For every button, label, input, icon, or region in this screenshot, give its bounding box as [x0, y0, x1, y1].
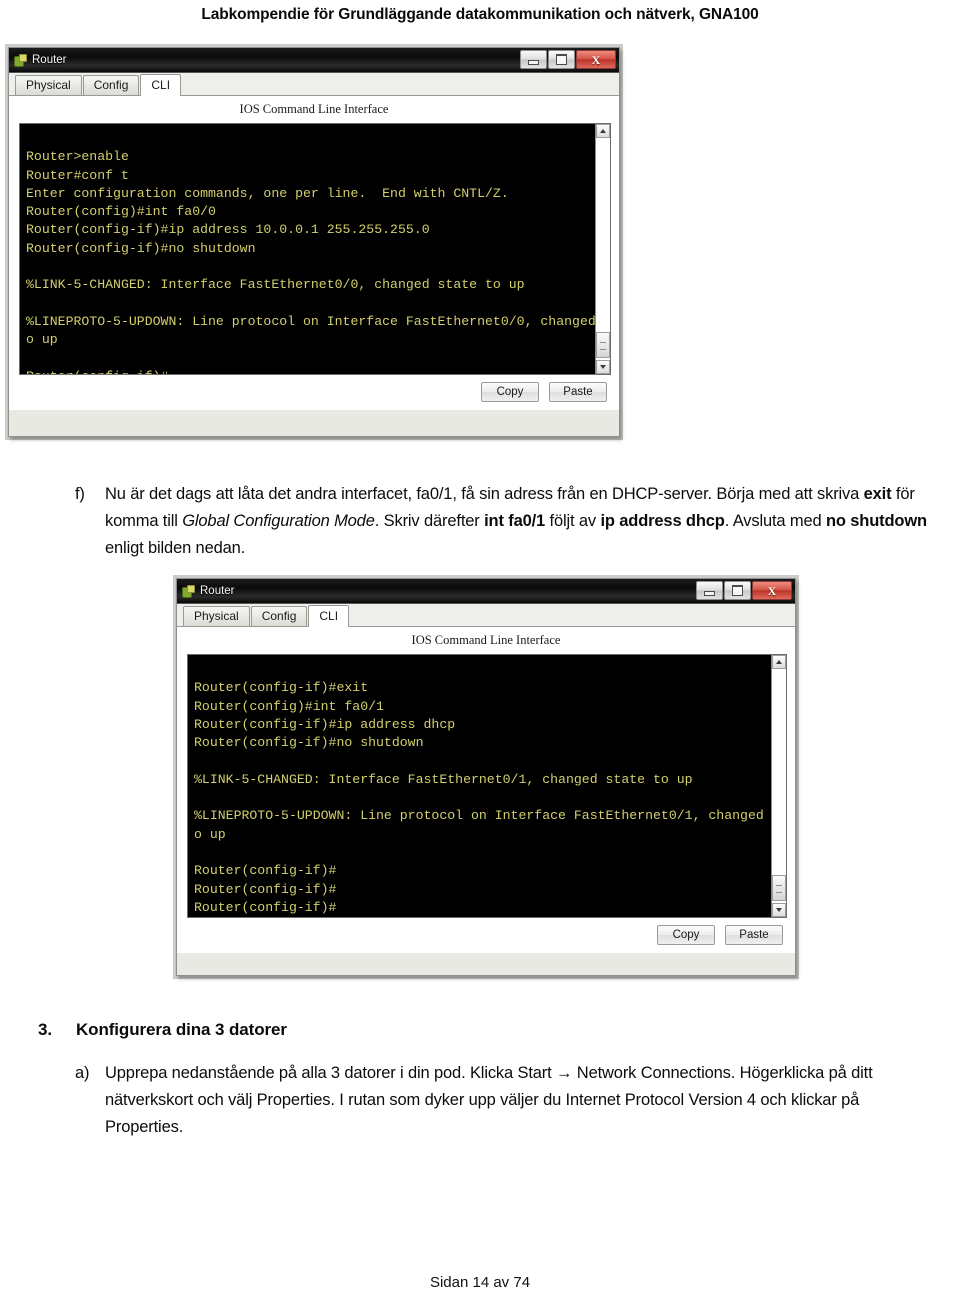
maximize-icon[interactable]: [724, 581, 751, 600]
cli-title: IOS Command Line Interface: [239, 102, 389, 116]
terminal-line: Router(config-if)#ip address dhcp: [194, 716, 456, 732]
terminal-line: Router(config-if)#exit: [194, 680, 369, 696]
close-icon[interactable]: X: [576, 50, 616, 69]
terminal-line: Router(config-if)#: [26, 368, 595, 374]
text-run: Nu är det dags att låta det andra interf…: [105, 485, 864, 503]
terminal-line: Router(config-if)#: [194, 863, 337, 879]
text-run: Upprepa nedanstående på alla 3 datorer i…: [105, 1064, 873, 1136]
cli-title: IOS Command Line Interface: [411, 633, 561, 647]
window-title: Router: [32, 54, 67, 66]
scroll-track[interactable]: [772, 669, 786, 903]
terminal-line: %LINK-5-CHANGED: Interface FastEthernet0…: [194, 771, 693, 787]
list-marker-a: a): [75, 1064, 90, 1082]
window-body: IOS Command Line Interface Router(config…: [177, 627, 795, 953]
terminal-line: o up: [26, 332, 58, 348]
scroll-down-icon[interactable]: [772, 903, 786, 917]
text-run: no shutdown: [825, 512, 927, 530]
text-run: följt av: [545, 512, 601, 530]
terminal-line: Router(config-if)#no shutdown: [26, 240, 256, 256]
scroll-thumb[interactable]: [772, 875, 786, 901]
scroll-up-icon[interactable]: [772, 655, 786, 669]
text-run: ip address dhcp: [600, 512, 725, 530]
tabstrip: Physical Config CLI: [177, 604, 795, 627]
tab-physical[interactable]: Physical: [183, 606, 250, 626]
text-run: . Skriv därefter: [374, 512, 485, 530]
terminal-line: Router(config-if)#: [194, 881, 337, 897]
terminal-area: Router>enable Router#conf t Enter configur…: [19, 123, 611, 375]
terminal-scrollbar[interactable]: [771, 655, 786, 917]
terminal-line: %LINEPROTO-5-UPDOWN: Line protocol on In…: [194, 808, 771, 824]
maximize-icon[interactable]: [548, 50, 575, 69]
tab-config[interactable]: Config: [250, 606, 308, 626]
terminal-line: %LINK-5-CHANGED: Interface FastEthernet0…: [26, 277, 525, 293]
text-run: exit: [863, 485, 892, 503]
tab-physical[interactable]: Physical: [15, 75, 82, 95]
scroll-down-icon[interactable]: [596, 360, 610, 374]
text-run: . Avsluta med: [724, 512, 826, 530]
terminal-line: Router(config-if)#ip address 10.0.0.1 25…: [26, 222, 430, 238]
list-marker-f: f): [75, 485, 85, 503]
text-run: Global Configuration Mode: [182, 512, 375, 530]
scroll-track[interactable]: [596, 138, 610, 360]
tab-config[interactable]: Config: [82, 75, 140, 95]
page-header: Labkompendie för Grundläggande datakommu…: [201, 6, 759, 23]
terminal-line: Router(config-if)#: [194, 899, 337, 915]
instruction-item-a: a) Upprepa nedanstående på alla 3 datore…: [75, 1060, 937, 1141]
terminal-line: Router>enable: [26, 149, 129, 165]
packet-tracer-window-bottom: Router X Physical Config CLI IOS Command…: [176, 578, 796, 976]
window-titlebar: Router X: [9, 48, 619, 73]
minimize-icon[interactable]: [520, 50, 547, 69]
scroll-up-icon[interactable]: [596, 124, 610, 138]
instruction-item-a-text: Upprepa nedanstående på alla 3 datorer i…: [75, 1060, 937, 1141]
close-icon[interactable]: X: [752, 581, 792, 600]
window-controls: X: [696, 581, 792, 600]
copy-button[interactable]: Copy: [481, 382, 539, 402]
page-footer: Sidan 14 av 74: [429, 1274, 531, 1291]
section-3-heading: 3. Konfigurera dina 3 datorer: [38, 1020, 738, 1040]
terminal-button-row: Copy Paste: [177, 918, 795, 953]
section-title: Konfigurera dina 3 datorer: [76, 1020, 287, 1039]
terminal-line: Router(config-if)#no shutdown: [194, 735, 424, 751]
router-device-icon: [182, 584, 195, 598]
minimize-icon[interactable]: [696, 581, 723, 600]
packet-tracer-window-top: Router X Physical Config CLI IOS Command…: [8, 47, 620, 437]
terminal-output[interactable]: Router>enable Router#conf t Enter configur…: [20, 124, 595, 374]
terminal-line: Router(config)#int fa0/1: [194, 698, 384, 714]
terminal-scrollbar[interactable]: [595, 124, 610, 374]
text-run: enligt bilden nedan.: [105, 539, 246, 557]
paste-button[interactable]: Paste: [725, 925, 783, 945]
terminal-area: Router(config-if)#exit Router(config)#int…: [187, 654, 787, 918]
terminal-line: Router#conf t: [26, 167, 129, 183]
terminal-output[interactable]: Router(config-if)#exit Router(config)#int…: [188, 655, 771, 917]
instruction-item-f: f) Nu är det dags att låta det andra int…: [75, 481, 937, 562]
tab-cli[interactable]: CLI: [140, 74, 182, 96]
text-run: int fa0/1: [484, 512, 546, 530]
tabstrip: Physical Config CLI: [9, 73, 619, 96]
router-device-icon: [14, 53, 27, 67]
scroll-thumb[interactable]: [596, 332, 610, 358]
copy-button[interactable]: Copy: [657, 925, 715, 945]
terminal-button-row: Copy Paste: [9, 375, 619, 410]
terminal-line: %LINEPROTO-5-UPDOWN: Line protocol on In…: [26, 313, 595, 329]
window-titlebar: Router X: [177, 579, 795, 604]
section-number: 3.: [38, 1020, 52, 1039]
terminal-line: Enter configuration commands, one per li…: [26, 185, 509, 201]
terminal-line: o up: [194, 826, 226, 842]
window-controls: X: [520, 50, 616, 69]
window-title: Router: [200, 585, 235, 597]
tab-cli[interactable]: CLI: [308, 605, 350, 627]
paste-button[interactable]: Paste: [549, 382, 607, 402]
instruction-item-f-text: Nu är det dags att låta det andra interf…: [75, 481, 937, 562]
terminal-line: Router(config)#int fa0/0: [26, 204, 216, 220]
window-body: IOS Command Line Interface Router>enable…: [9, 96, 619, 410]
